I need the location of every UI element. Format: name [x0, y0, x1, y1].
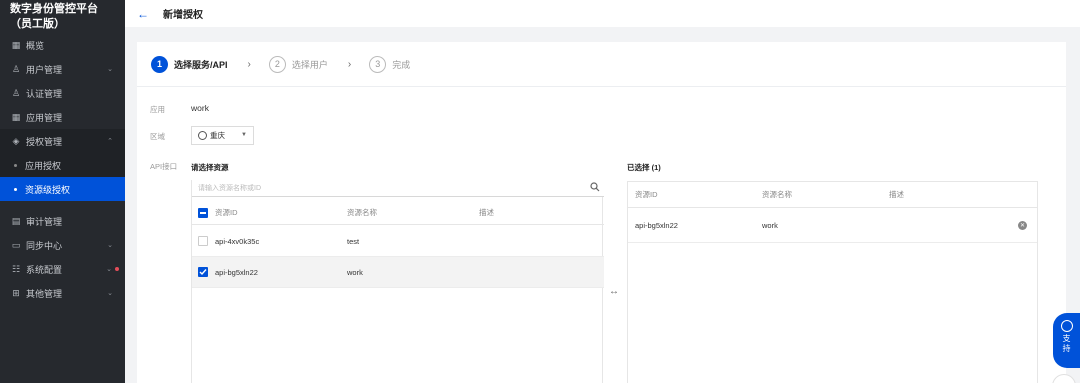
sidebar-item-auth[interactable]: ♙ 认证管理	[0, 81, 125, 105]
doc-icon: ▤	[11, 215, 21, 226]
sidebar: 数字身份管控平台（员工版） ▦ 概览 ♙ 用户管理 ⌄ ♙ 认证管理 ▦ 应用管…	[0, 0, 125, 383]
table-header: 资源ID 资源名称 描述	[628, 182, 1037, 208]
bullet-icon	[14, 187, 17, 191]
sidebar-item-overview[interactable]: ▦ 概览	[0, 33, 125, 57]
sidebar-item-label: 授权管理	[26, 136, 63, 147]
sidebar-item-label: 用户管理	[26, 64, 63, 75]
table-row: api-bg5xln22 work ✕	[628, 209, 1037, 243]
column-header: 资源ID	[215, 208, 238, 217]
step-number: 3	[369, 55, 387, 73]
divider	[137, 86, 1066, 87]
box-icon: ⊞	[12, 287, 20, 298]
sidebar-item-resource-authorization[interactable]: 资源级授权	[0, 177, 125, 201]
left-panel-title: 请选择资源	[191, 163, 229, 172]
resource-name: work	[762, 221, 778, 230]
column-header: 描述	[889, 190, 904, 199]
right-panel-title: 已选择 (1)	[627, 163, 661, 172]
chevron-down-icon: ⌄	[107, 290, 113, 297]
chevron-right-icon: ›	[247, 58, 251, 70]
column-header: 描述	[479, 208, 494, 217]
settings-icon: ☷	[11, 263, 21, 274]
select-all-checkbox[interactable]	[198, 207, 208, 218]
step-2[interactable]: 2 选择用户	[268, 55, 328, 73]
transfer-icon: ↔	[609, 286, 619, 297]
globe-icon	[198, 131, 207, 140]
search-icon[interactable]	[590, 182, 600, 192]
main-card: 1 选择服务/API › 2 选择用户 › 3 完成 应用 work 区域 重庆…	[137, 42, 1066, 383]
monitor-icon: ▭	[11, 239, 21, 250]
headset-icon	[1060, 320, 1073, 332]
api-label: API接口	[150, 162, 178, 171]
chevron-down-icon: ⌄	[107, 242, 113, 249]
sidebar-item-audit[interactable]: ▤ 审计管理	[0, 209, 125, 233]
step-1[interactable]: 1 选择服务/API	[151, 55, 228, 73]
grid-icon: ▦	[11, 39, 21, 50]
app-title: 数字身份管控平台（员工版）	[10, 3, 98, 30]
step-label: 选择服务/API	[174, 59, 228, 70]
chevron-down-icon: ⌄	[106, 266, 112, 273]
sidebar-item-sync[interactable]: ▭ 同步中心 ⌄	[0, 233, 125, 257]
bullet-icon	[14, 163, 17, 167]
search-placeholder: 请输入资源名称或ID	[198, 185, 261, 192]
sidebar-item-apps[interactable]: ▦ 应用管理	[0, 105, 125, 129]
sidebar-item-label: 审计管理	[26, 216, 63, 227]
region-value: 重庆	[210, 131, 225, 140]
resource-id: api-4xv0k35c	[215, 236, 260, 246]
app-value: work	[191, 103, 209, 113]
row-checkbox[interactable]	[198, 267, 208, 277]
row-checkbox[interactable]	[198, 236, 208, 246]
table-row[interactable]: api-bg5xln22 work	[192, 257, 604, 288]
sidebar-item-authorization[interactable]: ◈ 授权管理 ⌃	[0, 129, 125, 153]
column-header: 资源名称	[762, 190, 792, 199]
chevron-down-icon: ⌄	[107, 66, 113, 73]
apps-icon: ▦	[11, 111, 21, 122]
table-header: 资源ID 资源名称 描述	[192, 201, 604, 225]
back-arrow-icon[interactable]: ←	[137, 7, 149, 21]
step-number: 1	[151, 55, 168, 73]
chevron-right-icon: ›	[347, 58, 352, 70]
shield-icon: ◈	[12, 135, 20, 146]
sidebar-item-label: 概览	[26, 40, 45, 51]
selected-list-panel: 资源ID 资源名称 描述 api-bg5xln22 work ✕	[627, 181, 1038, 383]
resource-id: api-bg5xln22	[215, 267, 258, 277]
sidebar-item-label: 系统配置	[26, 264, 63, 275]
sidebar-item-system-config[interactable]: ☷ 系统配置 ⌄	[0, 257, 125, 281]
step-label: 选择用户	[291, 59, 328, 70]
step-3[interactable]: 3 完成	[369, 55, 411, 73]
sidebar-item-app-authorization[interactable]: 应用授权	[0, 153, 125, 177]
chevron-up-icon: ⌃	[107, 138, 113, 145]
sidebar-item-label: 同步中心	[26, 240, 63, 251]
person-icon: ♙	[11, 87, 21, 98]
resource-list-panel: 请输入资源名称或ID 资源ID 资源名称 描述 api-4xv0k35c tes…	[191, 180, 604, 383]
table-row[interactable]: api-4xv0k35c test	[192, 226, 604, 257]
sidebar-item-label: 应用授权	[25, 160, 62, 171]
page-header: ← 新增授权	[125, 0, 1080, 27]
step-number: 2	[268, 55, 286, 73]
page-title: 新增授权	[163, 10, 203, 21]
sidebar-item-label: 认证管理	[26, 88, 63, 99]
column-header: 资源名称	[347, 208, 377, 217]
sidebar-item-label: 应用管理	[26, 112, 63, 123]
column-header: 资源ID	[635, 190, 658, 199]
remove-icon[interactable]: ✕	[1018, 221, 1027, 230]
app-label: 应用	[150, 105, 165, 114]
resource-id: api-bg5xln22	[635, 221, 678, 230]
support-label-1: 支	[1062, 334, 1071, 343]
region-select[interactable]: 重庆 ▼	[191, 126, 254, 145]
sidebar-item-label: 其他管理	[26, 288, 63, 299]
caret-down-icon: ▼	[241, 132, 247, 138]
region-label: 区域	[150, 132, 165, 141]
step-label: 完成	[392, 59, 411, 70]
notification-dot	[115, 267, 119, 271]
search-input[interactable]: 请输入资源名称或ID	[192, 180, 604, 197]
steps-bar: 1 选择服务/API › 2 选择用户 › 3 完成	[151, 54, 410, 74]
sidebar-item-label: 资源级授权	[25, 184, 71, 195]
resource-name: test	[347, 236, 360, 246]
support-button[interactable]: 支 持	[1053, 313, 1080, 368]
user-icon: ♙	[11, 63, 21, 74]
sidebar-item-other[interactable]: ⊞ 其他管理 ⌄	[0, 281, 125, 305]
resource-name: work	[347, 267, 363, 277]
sidebar-item-users[interactable]: ♙ 用户管理 ⌄	[0, 57, 125, 81]
support-label-2: 持	[1062, 344, 1071, 353]
